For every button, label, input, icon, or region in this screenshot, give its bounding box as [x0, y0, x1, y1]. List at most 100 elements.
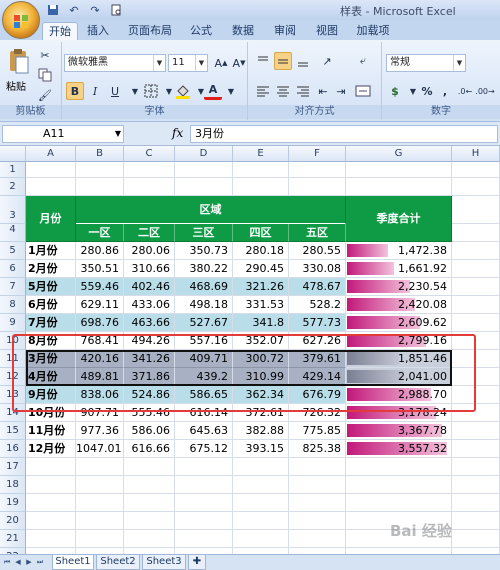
value-cell[interactable]: 907.71	[76, 404, 124, 422]
cell[interactable]	[233, 162, 289, 178]
orientation-icon[interactable]: ↗	[318, 52, 336, 70]
increase-indent-icon[interactable]: ⇥	[332, 82, 350, 100]
align-middle-icon[interactable]	[274, 52, 292, 70]
value-cell[interactable]: 393.15	[233, 440, 289, 458]
underline-button[interactable]: U	[106, 82, 124, 100]
align-center-icon[interactable]	[274, 82, 292, 100]
cell[interactable]	[452, 494, 500, 512]
row-header[interactable]: 19	[0, 494, 26, 512]
first-sheet-icon[interactable]: ⏮	[2, 557, 12, 568]
row-header[interactable]: 8	[0, 296, 26, 314]
value-cell[interactable]: 527.67	[175, 314, 233, 332]
value-cell[interactable]: 775.85	[289, 422, 346, 440]
cell[interactable]	[452, 386, 500, 404]
cell[interactable]	[452, 404, 500, 422]
comma-button[interactable]: ,	[436, 82, 454, 100]
row-header[interactable]: 4	[0, 224, 26, 242]
value-cell[interactable]: 498.18	[175, 296, 233, 314]
column-header[interactable]: H	[452, 146, 500, 162]
value-cell[interactable]: 825.38	[289, 440, 346, 458]
font-color-dropdown-icon[interactable]: ▼	[222, 82, 240, 100]
row-header[interactable]: 11	[0, 350, 26, 368]
cell[interactable]	[289, 162, 346, 178]
value-cell[interactable]: 429.14	[289, 368, 346, 386]
value-cell[interactable]: 300.72	[233, 350, 289, 368]
select-all-corner[interactable]	[0, 146, 26, 162]
value-cell[interactable]: 698.76	[76, 314, 124, 332]
month-cell[interactable]: 9月份	[26, 386, 76, 404]
percent-button[interactable]: %	[418, 82, 436, 100]
cut-icon[interactable]: ✂	[36, 46, 54, 64]
borders-icon[interactable]	[142, 82, 160, 100]
total-cell[interactable]: 1,851.46	[346, 350, 452, 368]
tab-page-layout[interactable]: 页面布局	[126, 22, 174, 40]
cell[interactable]	[124, 494, 175, 512]
value-cell[interactable]: 559.46	[76, 278, 124, 296]
value-cell[interactable]: 280.18	[233, 242, 289, 260]
cell[interactable]	[76, 512, 124, 530]
value-cell[interactable]: 280.55	[289, 242, 346, 260]
redo-icon[interactable]: ↷	[86, 2, 104, 18]
value-cell[interactable]: 341.8	[233, 314, 289, 332]
column-header[interactable]: B	[76, 146, 124, 162]
value-cell[interactable]: 616.14	[175, 404, 233, 422]
column-header[interactable]: C	[124, 146, 175, 162]
value-cell[interactable]: 350.73	[175, 242, 233, 260]
value-cell[interactable]: 331.53	[233, 296, 289, 314]
cell[interactable]	[289, 458, 346, 476]
cell[interactable]	[26, 476, 76, 494]
align-right-icon[interactable]	[294, 82, 312, 100]
value-cell[interactable]: 528.2	[289, 296, 346, 314]
fill-color-icon[interactable]	[174, 82, 192, 100]
office-button[interactable]	[2, 1, 40, 39]
total-cell[interactable]: 3,557.32	[346, 440, 452, 458]
month-cell[interactable]: 7月份	[26, 314, 76, 332]
cell[interactable]	[452, 178, 500, 196]
cell[interactable]	[26, 178, 76, 196]
cell[interactable]	[76, 476, 124, 494]
value-cell[interactable]: 321.26	[233, 278, 289, 296]
cell[interactable]	[452, 458, 500, 476]
row-header[interactable]: 9	[0, 314, 26, 332]
column-header[interactable]: D	[175, 146, 233, 162]
cell[interactable]	[452, 224, 500, 242]
value-cell[interactable]: 280.86	[76, 242, 124, 260]
month-cell[interactable]: 3月份	[26, 350, 76, 368]
month-cell[interactable]: 11月份	[26, 422, 76, 440]
row-header[interactable]: 15	[0, 422, 26, 440]
cell[interactable]	[76, 494, 124, 512]
currency-button[interactable]: $	[386, 82, 404, 100]
cell[interactable]	[452, 260, 500, 278]
month-cell[interactable]: 5月份	[26, 278, 76, 296]
cell[interactable]	[124, 178, 175, 196]
value-cell[interactable]: 341.26	[124, 350, 175, 368]
row-header[interactable]: 17	[0, 458, 26, 476]
value-cell[interactable]: 352.07	[233, 332, 289, 350]
value-cell[interactable]: 616.66	[124, 440, 175, 458]
cell[interactable]	[26, 162, 76, 178]
font-color-button[interactable]: A	[204, 82, 222, 100]
value-cell[interactable]: 586.65	[175, 386, 233, 404]
cell[interactable]	[175, 512, 233, 530]
bold-button[interactable]: B	[66, 82, 84, 100]
value-cell[interactable]: 402.46	[124, 278, 175, 296]
sheet-tab-2[interactable]: Sheet2	[96, 555, 140, 570]
cell[interactable]	[289, 530, 346, 548]
value-cell[interactable]: 350.51	[76, 260, 124, 278]
copy-icon[interactable]	[36, 66, 54, 84]
sheet-tab-1[interactable]: Sheet1	[52, 555, 94, 570]
cell[interactable]	[452, 296, 500, 314]
cell[interactable]	[124, 458, 175, 476]
worksheet-grid[interactable]: A B C D E F G H 1 2 3 4 5 6 7 8 9 10 11 12 13 14 15 16 17 18 19 20 2…	[0, 146, 500, 554]
cell[interactable]	[233, 512, 289, 530]
value-cell[interactable]: 524.86	[124, 386, 175, 404]
tab-view[interactable]: 视图	[314, 22, 340, 40]
cell[interactable]	[26, 512, 76, 530]
row-header[interactable]: 21	[0, 530, 26, 548]
cell[interactable]	[289, 494, 346, 512]
cell[interactable]	[452, 440, 500, 458]
cell[interactable]	[233, 178, 289, 196]
wrap-text-icon[interactable]: ⤶	[354, 52, 372, 70]
cell[interactable]	[346, 476, 452, 494]
cell[interactable]	[175, 458, 233, 476]
